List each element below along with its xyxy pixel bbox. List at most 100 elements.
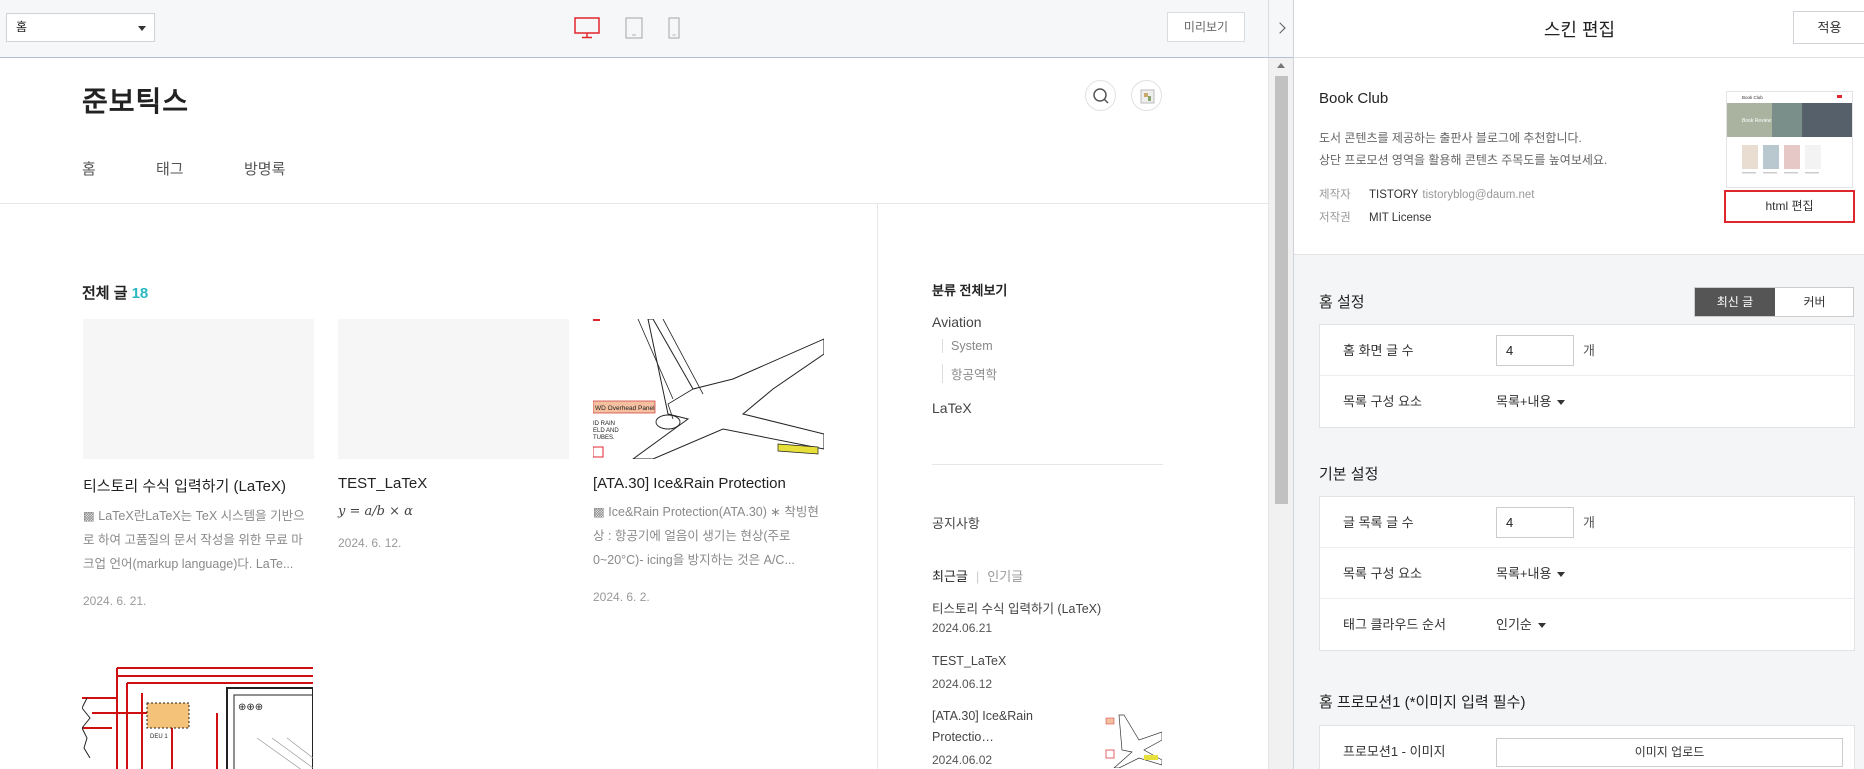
subcategory-item[interactable]: 항공역학 — [942, 364, 997, 383]
search-button[interactable] — [1085, 80, 1116, 111]
desktop-view-icon[interactable] — [574, 17, 600, 39]
preview-scrollbar[interactable] — [1268, 58, 1293, 769]
tablet-view-icon[interactable] — [625, 17, 643, 39]
preview-pane: 홈 미리보기 준보틱스 홈 태그 방명록 전체 글 18 티스토리 수식 입력하… — [0, 0, 1293, 769]
preview-toolbar: 홈 미리보기 — [0, 0, 1268, 58]
collapse-panel-button[interactable] — [1268, 0, 1293, 58]
circuit-diagram-image: DEU 1 ⊕⊕⊕ — [82, 667, 313, 769]
svg-text:ID RAIN: ID RAIN — [593, 421, 615, 427]
thumb-label: WD Overhead Panel — [595, 405, 655, 412]
tab-popular[interactable]: 인기글 — [987, 569, 1023, 584]
header-divider — [0, 203, 1268, 204]
tag-cloud-order-select[interactable]: 인기순 — [1496, 599, 1546, 650]
maker-key: 제작자 — [1319, 189, 1351, 201]
select-value: 목록+내용 — [1496, 394, 1552, 409]
preview-button[interactable]: 미리보기 — [1167, 12, 1245, 42]
home-settings-title: 홈 설정 — [1319, 294, 1365, 311]
category-item[interactable]: Aviation — [932, 314, 982, 330]
settings-row: 목록 구성 요소 목록+내용 — [1320, 376, 1854, 427]
chevron-right-icon — [1274, 22, 1286, 34]
recent-post-title[interactable]: [ATA.30] Ice&Rain — [932, 709, 1033, 723]
subcategory-item[interactable]: System — [942, 339, 993, 353]
scrollbar-thumb[interactable] — [1275, 76, 1288, 504]
page-select[interactable]: 홈 — [6, 13, 155, 42]
post-title[interactable]: 티스토리 수식 입력하기 (LaTeX) — [83, 475, 314, 496]
post-excerpt: y = a/b × α — [338, 504, 413, 519]
recent-post-date: 2024.06.02 — [932, 753, 993, 767]
basic-settings-title: 기본 설정 — [1319, 466, 1379, 483]
total-posts-heading: 전체 글 18 — [82, 282, 148, 303]
nav-guestbook[interactable]: 방명록 — [244, 158, 285, 179]
post-date: 2024. 6. 21. — [83, 594, 147, 608]
profile-button[interactable] — [1131, 80, 1162, 111]
row-label: 홈 화면 글 수 — [1343, 343, 1414, 358]
skin-name: Book Club — [1319, 90, 1389, 107]
nav-home[interactable]: 홈 — [82, 158, 96, 179]
page-select-value: 홈 — [16, 20, 28, 34]
settings-row: 프로모션1 - 이미지 이미지 업로드 — [1320, 726, 1854, 769]
post-thumbnail[interactable]: WD Overhead Panel ID RAIN ELD AND TUBES. — [593, 319, 824, 459]
notice-heading: 공지사항 — [932, 516, 980, 531]
home-post-count-input[interactable]: 4 — [1496, 335, 1574, 366]
recent-post-thumbnail[interactable] — [1104, 710, 1162, 768]
editor-title: 스킨 편집 — [1543, 20, 1616, 40]
row-label: 글 목록 글 수 — [1343, 515, 1414, 530]
post-card[interactable]: WD Overhead Panel ID RAIN ELD AND TUBES.… — [593, 319, 824, 604]
row-label: 태그 클라우드 순서 — [1343, 617, 1446, 632]
apply-button[interactable]: 적용 — [1793, 11, 1864, 44]
toggle-cover[interactable]: 커버 — [1775, 288, 1854, 316]
row-label: 목록 구성 요소 — [1343, 566, 1422, 581]
chevron-down-icon — [138, 26, 146, 31]
row-label: 목록 구성 요소 — [1343, 394, 1422, 409]
settings-row: 태그 클라우드 순서 인기순 — [1320, 599, 1854, 650]
skin-maker-row: 제작자 TISTORY tistoryblog@daum.net — [1319, 186, 1534, 202]
nav-tag[interactable]: 태그 — [156, 158, 184, 179]
aircraft-drawing-image: WD Overhead Panel ID RAIN ELD AND TUBES. — [593, 319, 824, 459]
recent-post-title[interactable]: 티스토리 수식 입력하기 (LaTeX) — [932, 598, 1101, 617]
avatar-icon — [1140, 89, 1155, 104]
post-thumbnail[interactable] — [338, 319, 569, 459]
recent-post-date: 2024.06.12 — [932, 677, 993, 691]
tab-recent[interactable]: 최근글 — [932, 569, 968, 584]
row-unit: 개 — [1583, 515, 1595, 530]
post-card[interactable]: 티스토리 수식 입력하기 (LaTeX) ▩ LaTeX란LaTeX는 TeX … — [83, 319, 314, 608]
sidebar-divider — [877, 204, 878, 769]
basic-settings-box: 글 목록 글 수 4 개 목록 구성 요소 목록+내용 태그 클라우드 순서 인… — [1319, 496, 1855, 651]
chevron-down-icon — [1537, 623, 1546, 629]
post-date: 2024. 6. 12. — [338, 536, 402, 550]
home-list-component-select[interactable]: 목록+내용 — [1496, 376, 1566, 427]
svg-text:Book Review: Book Review — [1742, 118, 1772, 124]
chevron-down-icon — [1557, 400, 1566, 406]
list-component-select[interactable]: 목록+내용 — [1496, 548, 1566, 599]
post-card[interactable]: TEST_LaTeX y = a/b × α 2024. 6. 12. — [338, 319, 569, 550]
list-post-count-input[interactable]: 4 — [1496, 507, 1574, 538]
post-thumbnail[interactable]: DEU 1 ⊕⊕⊕ — [82, 658, 313, 769]
post-title[interactable]: TEST_LaTeX — [338, 475, 569, 492]
mobile-view-icon[interactable] — [668, 17, 680, 39]
post-thumbnail[interactable] — [83, 319, 314, 459]
promo-settings-title: 홈 프로모션1 (*이미지 입력 필수) — [1319, 694, 1526, 711]
recent-post-title-line2[interactable]: Protectio… — [932, 730, 994, 744]
image-upload-button[interactable]: 이미지 업로드 — [1496, 738, 1843, 767]
skin-description-line: 도서 콘텐츠를 제공하는 출판사 블로그에 추천합니다. — [1319, 131, 1582, 145]
recent-post-title[interactable]: TEST_LaTeX — [932, 654, 1006, 668]
thumb-label: DEU 1 — [150, 734, 168, 740]
scroll-up-icon[interactable] — [1277, 63, 1285, 68]
total-posts-label: 전체 글 — [82, 285, 128, 302]
toggle-latest[interactable]: 최신 글 — [1695, 288, 1775, 316]
editor-header: 스킨 편집 적용 — [1294, 0, 1864, 58]
skin-thumbnail: Book Club Book Review — [1726, 91, 1853, 188]
skin-editor-app: 홈 미리보기 준보틱스 홈 태그 방명록 전체 글 18 티스토리 수식 입력하… — [0, 0, 1864, 769]
post-title[interactable]: [ATA.30] Ice&Rain Protection — [593, 475, 824, 492]
category-item[interactable]: LaTeX — [932, 400, 972, 416]
home-settings-box: 홈 화면 글 수 4 개 목록 구성 요소 목록+내용 — [1319, 324, 1855, 428]
select-value: 목록+내용 — [1496, 566, 1552, 581]
settings-row: 글 목록 글 수 4 개 — [1320, 497, 1854, 548]
category-all[interactable]: 분류 전체보기 — [932, 280, 1007, 299]
skin-preview-image: Book Club Book Review — [1727, 95, 1852, 174]
blog-preview: 준보틱스 홈 태그 방명록 전체 글 18 티스토리 수식 입력하기 (LaTe… — [0, 58, 1268, 769]
blog-title[interactable]: 준보틱스 — [82, 80, 189, 120]
search-icon — [1093, 88, 1109, 104]
home-mode-toggle[interactable]: 최신 글 커버 — [1694, 287, 1854, 317]
html-edit-button[interactable]: html 편집 — [1724, 190, 1855, 223]
